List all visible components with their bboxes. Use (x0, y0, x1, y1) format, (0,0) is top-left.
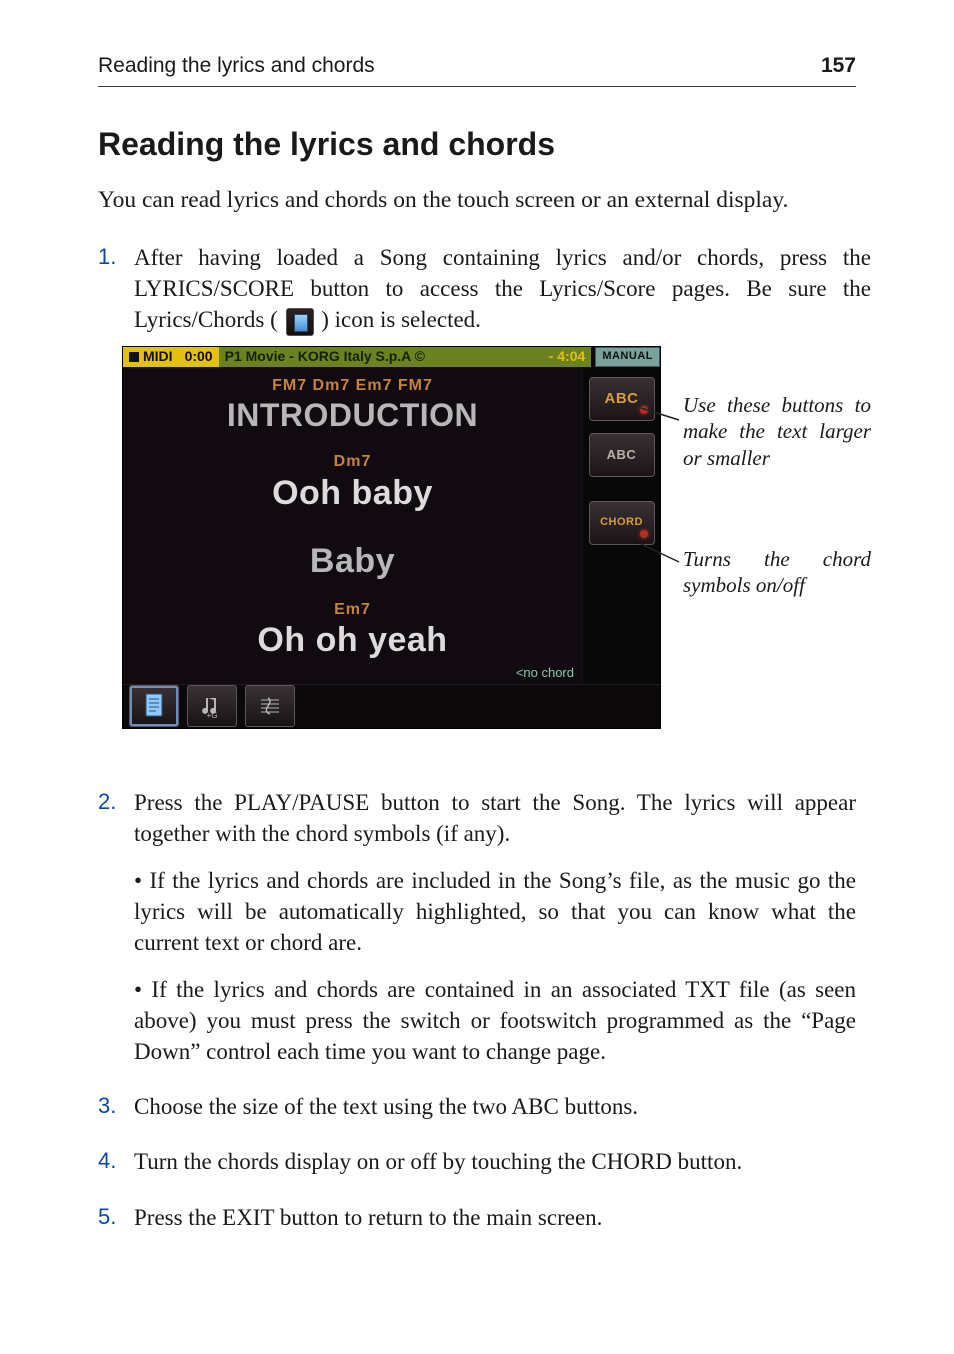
device-tab-bar: +G (123, 684, 660, 728)
running-header: Reading the lyrics and chords 157 (98, 52, 856, 87)
lyric-pane[interactable]: FM7 Dm7 Em7 FM7 INTRODUCTION Dm7 Ooh bab… (123, 367, 582, 684)
step-4-text: Turn the chords display on or off by tou… (134, 1146, 856, 1177)
abc-small-button[interactable]: ABC (589, 433, 655, 477)
chord-button[interactable]: CHORD (589, 501, 655, 545)
lyric-line-2: Ooh baby (272, 471, 433, 517)
hdr-elapsed: 0:00 (179, 347, 219, 367)
step-2-bullet-2: • If the lyrics and chords are contained… (134, 974, 856, 1067)
lyrics-chords-icon (286, 308, 314, 336)
lyric-line-4: Oh oh yeah (257, 618, 447, 664)
section-heading: Reading the lyrics and chords (98, 123, 856, 166)
step-number: 2. (98, 787, 134, 1067)
step-3-text: Choose the size of the text using the tw… (134, 1091, 856, 1122)
step-number: 5. (98, 1202, 134, 1233)
tab-markers-icon[interactable]: +G (187, 685, 237, 727)
no-chord-label: <no chord (516, 664, 574, 682)
chord-4: Em7 (334, 599, 371, 621)
step-number: 3. (98, 1091, 134, 1122)
lyric-line-3: Baby (310, 539, 395, 585)
step-1-text-a: After having loaded a Song containing ly… (134, 245, 871, 332)
chord-2: Dm7 (334, 451, 372, 473)
hdr-track: P1 Movie - KORG Italy S.p.A © (219, 347, 543, 367)
step-5-text: Press the EXIT button to return to the m… (134, 1202, 856, 1233)
step-2-bullet-1: • If the lyrics and chords are included … (134, 865, 856, 958)
chords-row-1: FM7 Dm7 Em7 FM7 (272, 375, 433, 397)
callout-chord: Turns the chord symbols on/off (683, 546, 871, 599)
svg-text:+G: +G (207, 711, 218, 720)
hdr-manual[interactable]: MANUAL (595, 347, 660, 367)
runhead-title: Reading the lyrics and chords (98, 52, 375, 80)
intro-paragraph: You can read lyrics and chords on the to… (98, 185, 856, 217)
step-number: 4. (98, 1146, 134, 1177)
callout-abc: Use these buttons to make the text large… (683, 392, 871, 471)
device-figure: MIDI 0:00 P1 Movie - KORG Italy S.p.A © … (122, 346, 871, 729)
step-2-text: Press the PLAY/PAUSE button to start the… (134, 787, 856, 849)
device-header: MIDI 0:00 P1 Movie - KORG Italy S.p.A © … (123, 347, 660, 367)
hdr-remaining: - 4:04 (543, 347, 592, 367)
hdr-midi: MIDI (123, 347, 179, 367)
step-1-text-b: ) icon is selected. (321, 307, 481, 332)
device-screen: MIDI 0:00 P1 Movie - KORG Italy S.p.A © … (122, 346, 661, 729)
tab-lyrics-icon[interactable] (129, 685, 179, 727)
tab-score-icon[interactable] (245, 685, 295, 727)
lyric-line-1: INTRODUCTION (227, 394, 478, 437)
page-number: 157 (821, 52, 856, 80)
